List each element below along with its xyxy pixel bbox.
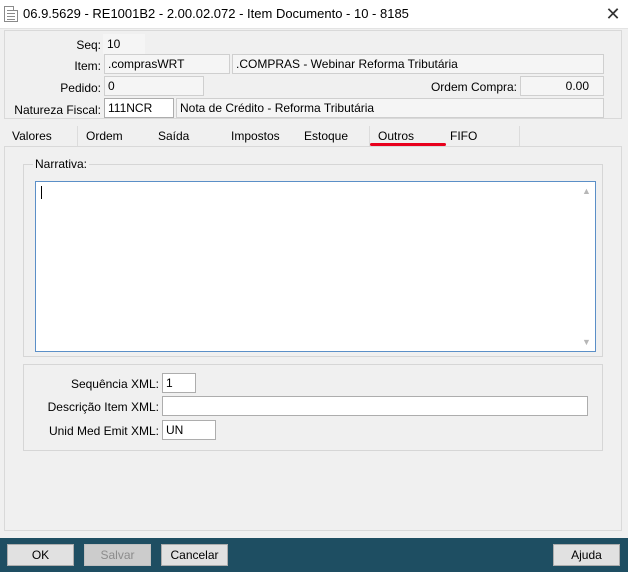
cancelar-button[interactable]: Cancelar: [161, 544, 228, 566]
tab-fifo[interactable]: FIFO: [442, 126, 520, 146]
seq-value: 10: [103, 34, 145, 54]
scroll-up-icon[interactable]: ▲: [581, 186, 592, 196]
descricao-item-xml-label: Descrição Item XML:: [47, 400, 159, 414]
header-panel: Seq: 10 Item: .comprasWRT .COMPRAS - Web…: [4, 30, 622, 119]
text-caret: [41, 186, 42, 199]
title-bar: 06.9.5629 - RE1001B2 - 2.00.02.072 - Ite…: [0, 0, 628, 29]
tab-estoque[interactable]: Estoque: [296, 126, 370, 146]
unid-med-emit-xml-field[interactable]: UN: [162, 420, 216, 440]
ok-button[interactable]: OK: [7, 544, 74, 566]
xml-group: Sequência XML: 1 Descrição Item XML: Uni…: [23, 364, 603, 451]
item-code-field[interactable]: .comprasWRT: [104, 54, 230, 74]
tab-ordem[interactable]: Ordem: [78, 126, 152, 146]
natureza-fiscal-field[interactable]: 111NCR: [104, 98, 174, 118]
tab-saida[interactable]: Saída: [150, 126, 224, 146]
scroll-down-icon[interactable]: ▼: [581, 337, 592, 347]
ordem-compra-label: Ordem Compra:: [430, 80, 517, 94]
ajuda-button[interactable]: Ajuda: [553, 544, 620, 566]
pedido-label: Pedido:: [60, 81, 101, 95]
pedido-field[interactable]: 0: [104, 76, 204, 96]
ordem-compra-field[interactable]: 0.00: [520, 76, 604, 96]
button-bar: OK Salvar Cancelar Ajuda: [0, 538, 628, 572]
sequencia-xml-field[interactable]: 1: [162, 373, 196, 393]
window-title: 06.9.5629 - RE1001B2 - 2.00.02.072 - Ite…: [23, 6, 409, 21]
natureza-fiscal-label: Natureza Fiscal:: [14, 103, 101, 117]
narrativa-label: Narrativa:: [33, 157, 90, 171]
seq-label: Seq:: [76, 38, 101, 52]
narrativa-textarea[interactable]: ▲ ▼: [35, 181, 596, 352]
item-description-field: .COMPRAS - Webinar Reforma Tributária: [232, 54, 604, 74]
descricao-item-xml-field[interactable]: [162, 396, 588, 416]
natureza-fiscal-description: Nota de Crédito - Reforma Tributária: [176, 98, 604, 118]
tab-impostos[interactable]: Impostos: [223, 126, 297, 146]
salvar-button[interactable]: Salvar: [84, 544, 151, 566]
item-label: Item:: [74, 59, 101, 73]
outros-tab-panel: Narrativa: ▲ ▼ Sequência XML: 1 Descriçã…: [4, 146, 622, 531]
narrativa-group: Narrativa: ▲ ▼: [23, 157, 603, 357]
close-button[interactable]: ✕: [598, 0, 628, 28]
tab-valores[interactable]: Valores: [4, 126, 78, 146]
document-icon: [4, 6, 18, 22]
unid-med-emit-xml-label: Unid Med Emit XML:: [48, 424, 159, 438]
sequencia-xml-label: Sequência XML:: [70, 377, 159, 391]
